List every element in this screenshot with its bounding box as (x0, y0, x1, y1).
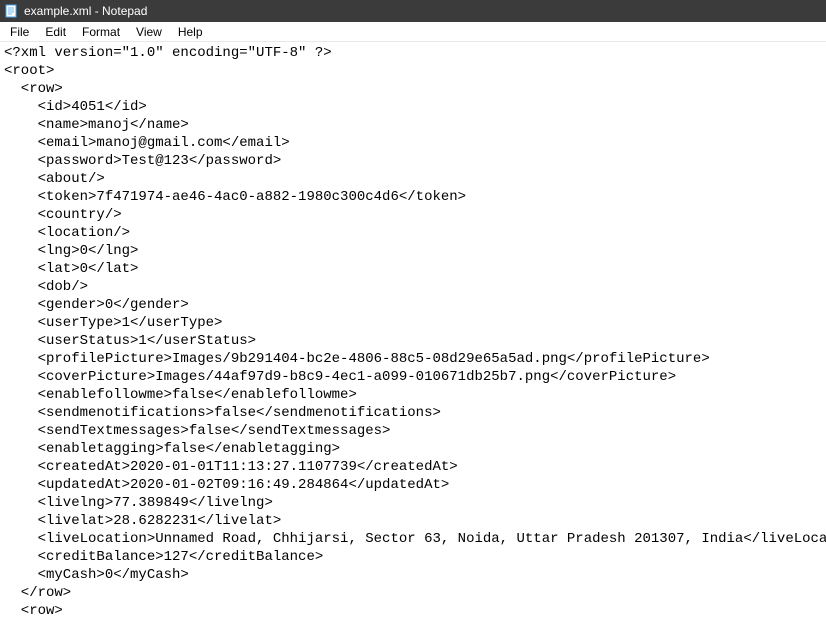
text-line: <liveLocation>Unnamed Road, Chhijarsi, S… (4, 531, 826, 547)
text-line: <row> (4, 81, 63, 97)
menu-help[interactable]: Help (170, 23, 211, 41)
text-line: <gender>0</gender> (4, 297, 189, 313)
text-line: <coverPicture>Images/44af97d9-b8c9-4ec1-… (4, 369, 676, 385)
text-line: <root> (4, 63, 54, 79)
title-bar[interactable]: example.xml - Notepad (0, 0, 826, 22)
text-line: <?xml version="1.0" encoding="UTF-8" ?> (4, 45, 332, 61)
menu-format[interactable]: Format (74, 23, 128, 41)
notepad-icon (4, 4, 18, 18)
menu-file[interactable]: File (2, 23, 37, 41)
text-line: <password>Test@123</password> (4, 153, 281, 169)
text-line: <enabletagging>false</enabletagging> (4, 441, 340, 457)
text-line: <row> (4, 603, 63, 619)
text-line: <id>4051</id> (4, 99, 147, 115)
menu-edit[interactable]: Edit (37, 23, 74, 41)
menu-view[interactable]: View (128, 23, 170, 41)
text-line: <createdAt>2020-01-01T11:13:27.1107739</… (4, 459, 458, 475)
text-line: <token>7f471974-ae46-4ac0-a882-1980c300c… (4, 189, 466, 205)
text-line: <location/> (4, 225, 130, 241)
text-line: <dob/> (4, 279, 88, 295)
menu-bar: File Edit Format View Help (0, 22, 826, 42)
text-line: <lng>0</lng> (4, 243, 138, 259)
text-line: <country/> (4, 207, 122, 223)
editor-content[interactable]: <?xml version="1.0" encoding="UTF-8" ?> … (0, 42, 826, 622)
text-line: <name>manoj</name> (4, 117, 189, 133)
text-line: <sendTextmessages>false</sendTextmessage… (4, 423, 390, 439)
text-line: <lat>0</lat> (4, 261, 138, 277)
text-line: <livelat>28.6282231</livelat> (4, 513, 281, 529)
text-line: <livelng>77.389849</livelng> (4, 495, 273, 511)
text-line: <myCash>0</myCash> (4, 567, 189, 583)
text-line: <userType>1</userType> (4, 315, 222, 331)
text-line: <profilePicture>Images/9b291404-bc2e-480… (4, 351, 710, 367)
text-line: <enablefollowme>false</enablefollowme> (4, 387, 357, 403)
text-line: <updatedAt>2020-01-02T09:16:49.284864</u… (4, 477, 449, 493)
text-line: </row> (4, 585, 71, 601)
text-line: <about/> (4, 171, 105, 187)
text-line: <userStatus>1</userStatus> (4, 333, 256, 349)
text-line: <sendmenotifications>false</sendmenotifi… (4, 405, 441, 421)
window-title: example.xml - Notepad (24, 4, 147, 18)
text-line: <creditBalance>127</creditBalance> (4, 549, 323, 565)
text-line: <email>manoj@gmail.com</email> (4, 135, 290, 151)
